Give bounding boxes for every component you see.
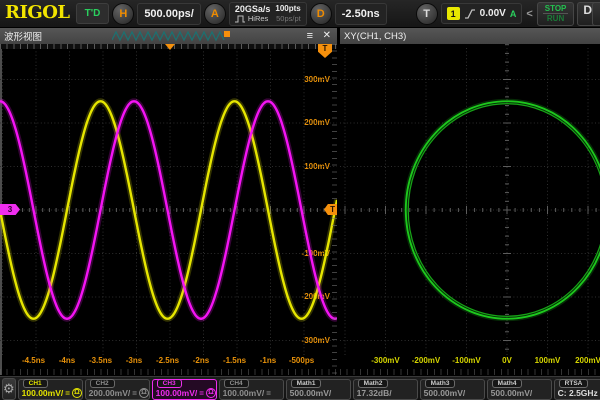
- trigger-position-flag[interactable]: T: [318, 44, 332, 58]
- bottom-status-bar: ⚙ CH1 100.00mV/=Ω CH2 200.00mV/=Ω CH3 10…: [0, 376, 600, 400]
- timebase-value[interactable]: 500.00ps/: [137, 3, 201, 25]
- xy-axis-label: 0V: [485, 356, 529, 365]
- horizontal-knob-button[interactable]: H: [112, 3, 134, 25]
- pulse-icon: [235, 15, 246, 23]
- bottom-tick-ruler: [340, 369, 600, 375]
- channel-box-ch1[interactable]: CH1 100.00mV/=Ω: [18, 379, 83, 400]
- math1-box[interactable]: Math1 500.00mV/: [286, 379, 351, 400]
- rtsa-box[interactable]: RTSA C: 2.5GHz: [554, 379, 600, 400]
- stop-label: STOP: [543, 4, 569, 14]
- v-axis-label: 300mV: [304, 75, 330, 85]
- trigger-source-chip: 1: [447, 7, 460, 20]
- waveform-display-area[interactable]: 300mV 200mV 100mV -100mV -200mV -300mV -…: [0, 44, 337, 375]
- waveform-traces: [0, 44, 337, 375]
- acquire-knob-button[interactable]: A: [204, 3, 226, 25]
- v-axis-label: 200mV: [304, 118, 330, 128]
- coupling-icon: =: [266, 389, 271, 398]
- channel-box-ch2[interactable]: CH2 200.00mV/=Ω: [85, 379, 150, 400]
- sample-rate: 20GSa/s: [235, 4, 271, 14]
- stop-run-button[interactable]: STOP RUN: [537, 2, 575, 26]
- xy-axis-label: -100mV: [445, 356, 489, 365]
- waveform-view-titlebar[interactable]: 波形视图 ≡ ✕: [0, 28, 337, 44]
- channel-box-ch4[interactable]: CH4 100.00mV/=: [219, 379, 284, 400]
- v-axis-label: -100mV: [302, 249, 330, 259]
- impedance-icon: Ω: [206, 388, 216, 398]
- xy-trace-ellipse-inner: [408, 104, 600, 317]
- t-axis-label: -500ps: [280, 356, 324, 365]
- oscilloscope-screen: RIGOL T'D H 500.00ps/ A 20GSa/s HiRes 10…: [0, 0, 600, 400]
- trigger-status-badge: T'D: [76, 3, 110, 24]
- trace-glow-CH1: [0, 101, 337, 318]
- rising-edge-icon: [464, 8, 476, 20]
- xy-view-title: XY(CH1, CH3): [344, 31, 406, 42]
- xy-trace-ellipse: [406, 101, 600, 319]
- v-axis-label: 100mV: [304, 162, 330, 172]
- xy-graticule: [340, 45, 600, 355]
- channel-tab: CH2: [90, 379, 115, 388]
- top-toolbar: RIGOL T'D H 500.00ps/ A 20GSa/s HiRes 10…: [0, 0, 600, 28]
- v-axis-label: -300mV: [302, 336, 330, 346]
- xy-trace: [340, 44, 600, 375]
- run-label: RUN: [547, 14, 564, 23]
- coupling-icon: =: [132, 389, 137, 398]
- trigger-level-marker[interactable]: T: [324, 204, 337, 215]
- impedance-icon: Ω: [72, 388, 82, 398]
- xy-axis-label: 100mV: [526, 356, 570, 365]
- collapse-chevron-icon[interactable]: <: [525, 8, 533, 20]
- channel-tab: CH1: [23, 379, 48, 388]
- partial-toolbar-button[interactable]: [592, 2, 600, 26]
- rigol-logo: RIGOL: [2, 2, 73, 25]
- trace-CH1: [0, 101, 337, 318]
- graticule: [0, 48, 337, 355]
- xy-display-area[interactable]: -300mV -200mV -100mV 0V 100mV 200mV: [340, 44, 600, 375]
- ch3-ground-marker[interactable]: 3: [0, 204, 20, 215]
- acquisition-info[interactable]: 20GSa/s HiRes 100pts 50ps/pt: [229, 2, 307, 26]
- acquire-mode: HiRes: [235, 14, 271, 24]
- timebase-center-marker[interactable]: [165, 44, 175, 50]
- xy-axis-label: -300mV: [364, 356, 408, 365]
- preview-marker[interactable]: [224, 31, 230, 37]
- impedance-icon: Ω: [139, 388, 149, 398]
- channel-tab: CH4: [224, 379, 249, 388]
- settings-gear-button[interactable]: ⚙: [2, 378, 16, 400]
- sample-interval: 50ps/pt: [275, 14, 300, 24]
- xy-view-titlebar[interactable]: XY(CH1, CH3): [340, 28, 600, 44]
- trace-CH3: [0, 101, 337, 318]
- delay-knob-button[interactable]: D: [310, 3, 332, 25]
- bottom-tick-ruler: [0, 369, 337, 375]
- trigger-level-value: 0.00V: [480, 8, 506, 19]
- xy-trace-glow: [406, 101, 600, 319]
- channel-tab: CH3: [157, 379, 182, 388]
- math2-box[interactable]: Math2 17.32dB/: [353, 379, 418, 400]
- memory-depth: 100pts: [275, 4, 300, 14]
- trigger-knob-button[interactable]: T: [416, 3, 438, 25]
- math4-box[interactable]: Math4 500.00mV/: [487, 379, 552, 400]
- waveform-view-title: 波形视图: [4, 29, 42, 43]
- trace-glow-CH3: [0, 101, 337, 318]
- delay-value[interactable]: -2.50ns: [335, 3, 387, 25]
- waveform-preview-strip[interactable]: [112, 30, 232, 42]
- close-icon[interactable]: ✕: [323, 29, 331, 43]
- v-axis-label: -200mV: [302, 292, 330, 302]
- trigger-info[interactable]: 1 0.00V A: [441, 3, 523, 24]
- coupling-icon: =: [65, 389, 70, 398]
- coupling-icon: =: [199, 389, 204, 398]
- xy-axis-label: 200mV: [566, 356, 600, 365]
- math3-box[interactable]: Math3 500.00mV/: [420, 379, 485, 400]
- trigger-sweep-mode: A: [510, 9, 517, 19]
- gear-icon: ⚙: [3, 381, 15, 397]
- xy-axis-label: -200mV: [404, 356, 448, 365]
- channel-box-ch3[interactable]: CH3 100.00mV/=Ω: [152, 379, 217, 400]
- menu-icon[interactable]: ≡: [307, 29, 313, 43]
